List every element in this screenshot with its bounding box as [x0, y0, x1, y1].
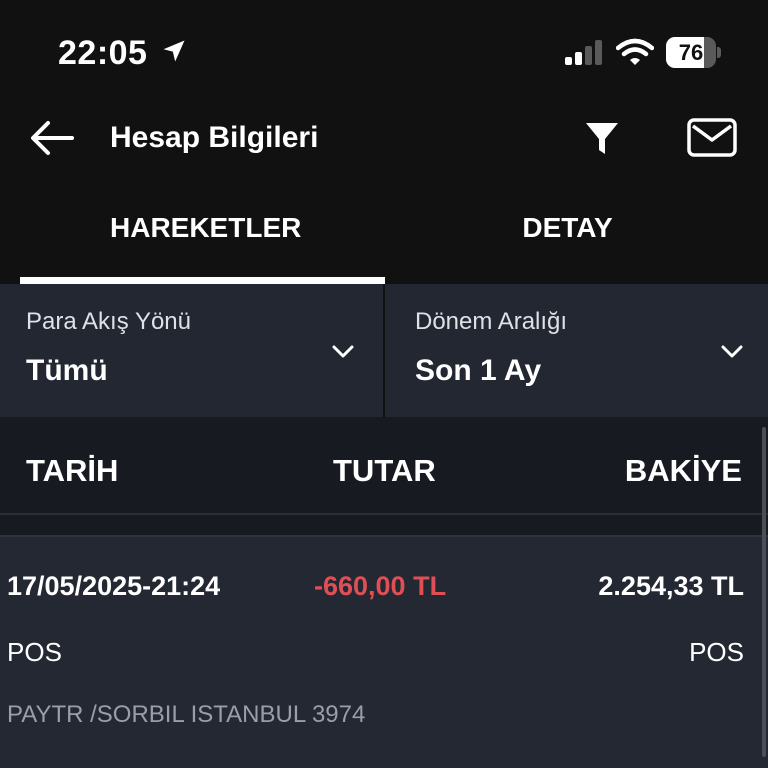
date-range-select[interactable]: Dönem Aralığı Son 1 Ay	[387, 284, 768, 417]
active-tab-indicator	[20, 277, 385, 284]
arrow-left-icon	[31, 121, 74, 155]
table-spacer	[0, 515, 768, 535]
scrollbar[interactable]	[762, 427, 766, 757]
status-bar: 22:05 76	[0, 0, 768, 104]
column-header-amount: TUTAR	[333, 453, 436, 488]
status-time: 22:05	[58, 34, 148, 72]
column-header-date: TARİH	[26, 453, 119, 488]
table-header: TARİH TUTAR BAKİYE	[0, 417, 768, 513]
filter-button[interactable]	[578, 114, 626, 162]
cash-flow-direction-label: Para Akış Yönü	[26, 308, 191, 335]
tab-detay-label: DETAY	[522, 212, 613, 243]
transaction-description: PAYTR /SORBIL ISTANBUL 3974	[7, 701, 366, 728]
wifi-icon	[616, 38, 654, 65]
location-arrow-icon	[163, 40, 185, 62]
nav-bar: Hesap Bilgileri	[0, 104, 768, 172]
tab-bar: HAREKETLER DETAY	[0, 196, 768, 284]
filter-panel: Para Akış Yönü Tümü Dönem Aralığı Son 1 …	[0, 284, 768, 417]
transaction-channel: POS	[689, 637, 744, 667]
transaction-type: POS	[7, 637, 62, 667]
filter-icon	[586, 123, 618, 154]
back-button[interactable]	[28, 114, 76, 162]
table-row[interactable]: 17/05/2025-21:24 -660,00 TL 2.254,33 TL …	[0, 535, 768, 768]
tab-detay[interactable]: DETAY	[385, 196, 750, 284]
date-range-label: Dönem Aralığı	[415, 308, 568, 335]
transaction-balance: 2.254,33 TL	[598, 571, 744, 601]
tab-hareketler-label: HAREKETLER	[110, 212, 302, 243]
page-title: Hesap Bilgileri	[110, 121, 319, 154]
chevron-down-icon	[332, 345, 354, 358]
transaction-amount: -660,00 TL	[314, 571, 447, 601]
envelope-icon	[687, 118, 737, 157]
battery-level: 76	[678, 40, 704, 65]
date-range-value: Son 1 Ay	[415, 354, 542, 387]
cellular-signal-icon	[565, 40, 602, 65]
mail-button[interactable]	[684, 114, 740, 162]
column-header-balance: BAKİYE	[624, 453, 742, 488]
tab-hareketler[interactable]: HAREKETLER	[20, 196, 385, 284]
chevron-down-icon	[721, 345, 743, 358]
cash-flow-direction-value: Tümü	[26, 354, 108, 387]
transaction-date: 17/05/2025-21:24	[7, 571, 221, 601]
cash-flow-direction-select[interactable]: Para Akış Yönü Tümü	[0, 284, 385, 417]
battery-indicator: 76	[666, 37, 722, 68]
